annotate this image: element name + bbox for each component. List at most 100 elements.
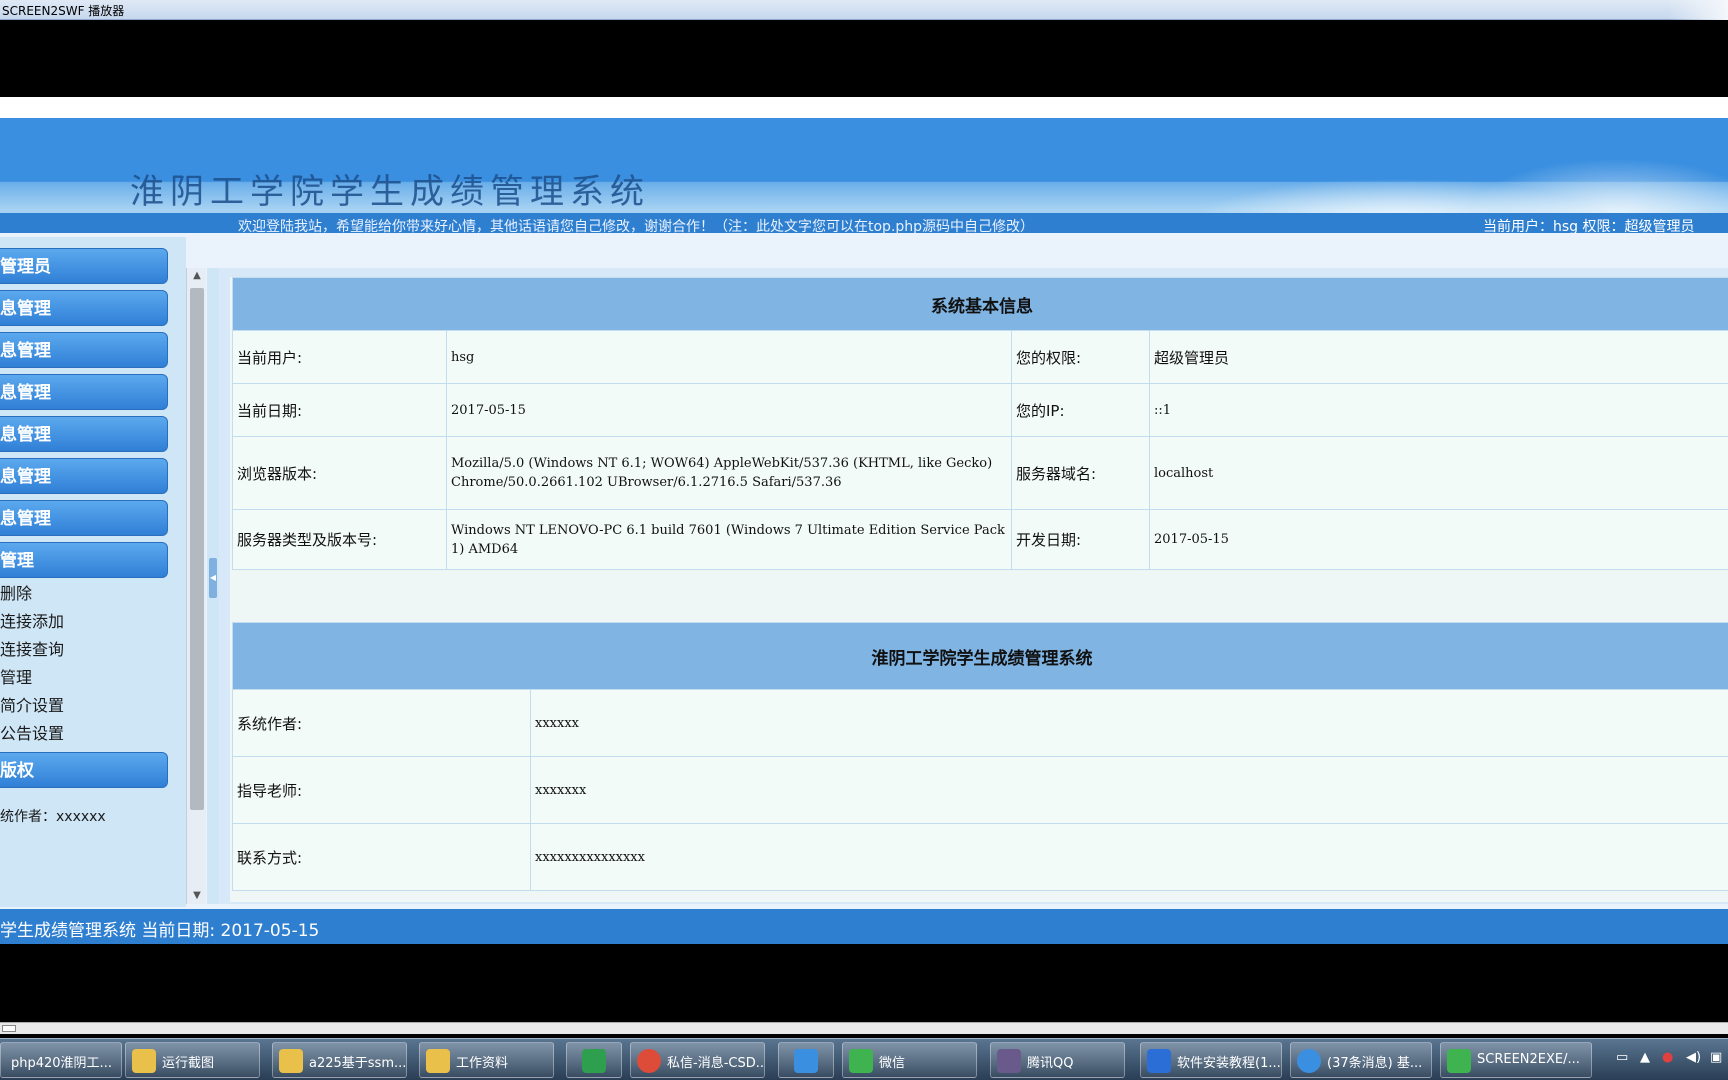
taskbar-label: 私信-消息-CSD... xyxy=(667,1056,765,1071)
value-browser-version: Mozilla/5.0 (Windows NT 6.1; WOW64) Appl… xyxy=(446,436,1012,510)
qq-icon xyxy=(997,1049,1021,1073)
taskbar-label: 软件安装教程(1... xyxy=(1177,1056,1281,1071)
folder-icon xyxy=(426,1049,450,1073)
value-author: xxxxxx xyxy=(530,689,1728,757)
frame-splitter: ◀ xyxy=(207,268,219,904)
taskbar-label: 工作资料 xyxy=(456,1056,509,1071)
menu-item-notice-settings[interactable]: 公告设置 xyxy=(0,720,64,744)
folder-icon xyxy=(132,1049,156,1073)
player-title: SCREEN2SWF 播放器 xyxy=(2,4,125,18)
title-bar-gloss xyxy=(1668,0,1728,20)
security-icon[interactable]: ● xyxy=(1662,1050,1673,1065)
label-advisor: 指导老师: xyxy=(232,756,531,824)
menu-head-info-5[interactable]: 息管理 xyxy=(0,458,168,494)
system-info-table: 系统基本信息 当前用户: hsg 您的权限: 超级管理员 当前日期: 2017-… xyxy=(232,277,1728,570)
player-title-bar: SCREEN2SWF 播放器 xyxy=(0,0,1728,20)
site-title: 淮阴工学院学生成绩管理系统 xyxy=(130,172,650,212)
collapse-menu-arrow-icon[interactable]: ◀ xyxy=(209,558,217,598)
value-dev-date: 2017-05-15 xyxy=(1149,509,1728,570)
taskbar-item-work-files[interactable]: 工作资料 xyxy=(419,1042,554,1078)
taskbar-item-app[interactable] xyxy=(566,1042,622,1078)
taskbar-item-screen2exe[interactable]: SCREEN2EXE/... xyxy=(1440,1042,1592,1078)
taskbar-item-wechat[interactable]: 微信 xyxy=(842,1042,977,1078)
table-row: 当前用户: hsg 您的权限: 超级管理员 xyxy=(232,330,1728,384)
page-status-bar: 学生成绩管理系统 当前日期: 2017-05-15 xyxy=(0,909,1728,944)
player-progress-thumb[interactable] xyxy=(2,1025,16,1032)
value-server-domain: localhost xyxy=(1149,436,1728,510)
menu-head-info-2[interactable]: 息管理 xyxy=(0,332,168,368)
menu-footer-author: 统作者：xxxxxx xyxy=(0,809,106,825)
top-white-strip xyxy=(0,97,1728,118)
table-row: 当前日期: 2017-05-15 您的IP: ::1 xyxy=(232,383,1728,437)
taskbar-item-qq[interactable]: 腾讯QQ xyxy=(990,1042,1125,1078)
taskbar-item-a225[interactable]: a225基于ssm... xyxy=(272,1042,407,1078)
keyboard-icon[interactable]: ▭ xyxy=(1616,1050,1628,1065)
site-header: 淮阴工学院学生成绩管理系统 欢迎登陆我站，希望能给你带来好心情，其他话语请您自己… xyxy=(0,118,1728,233)
menu-item-intro-settings[interactable]: 简介设置 xyxy=(0,692,64,716)
menu-head-info-3[interactable]: 息管理 xyxy=(0,374,168,410)
label-contact: 联系方式: xyxy=(232,823,531,891)
taskbar-label: a225基于ssm... xyxy=(309,1056,407,1071)
menu-item-link-add[interactable]: 连接添加 xyxy=(0,608,64,632)
system-info-title: 系统基本信息 xyxy=(232,277,1728,331)
left-menu: 管理员 息管理 息管理 息管理 息管理 息管理 息管理 管理 删除 连接添加 连… xyxy=(0,237,186,907)
value-advisor: xxxxxxx xyxy=(530,756,1728,824)
folder-icon xyxy=(279,1049,303,1073)
captured-webpage: 淮阴工学院学生成绩管理系统 欢迎登陆我站，希望能给你带来好心情，其他话语请您自己… xyxy=(0,97,1728,944)
current-user-info: 当前用户：hsg 权限：超级管理员 xyxy=(1483,219,1695,233)
menu-head-info-4[interactable]: 息管理 xyxy=(0,416,168,452)
wechat-icon xyxy=(849,1049,873,1073)
table-row: 浏览器版本: Mozilla/5.0 (Windows NT 6.1; WOW6… xyxy=(232,436,1728,510)
menu-head-admin[interactable]: 管理员 xyxy=(0,248,168,284)
scroll-thumb[interactable] xyxy=(190,288,204,810)
scroll-up-arrow-icon[interactable]: ▲ xyxy=(187,268,207,284)
taskbar-label: SCREEN2EXE/... xyxy=(1477,1052,1580,1067)
taskbar-item-run-screenshots[interactable]: 运行截图 xyxy=(125,1042,260,1078)
table-row: 联系方式: xxxxxxxxxxxxxxx xyxy=(232,823,1728,891)
network-icon[interactable]: ▣ xyxy=(1710,1050,1722,1065)
taskbar-label: 微信 xyxy=(879,1056,906,1071)
table-row: 系统作者: xxxxxx xyxy=(232,689,1728,757)
value-current-user: hsg xyxy=(446,330,1012,384)
system-tray: ▭ ▲ ● ◀) ▣ xyxy=(1608,1042,1728,1078)
scroll-down-arrow-icon[interactable]: ▼ xyxy=(187,888,207,904)
taskbar-item-browser[interactable]: (37条消息) 基... xyxy=(1290,1042,1432,1078)
label-server-domain: 服务器域名: xyxy=(1011,436,1150,510)
value-permission: 超级管理员 xyxy=(1149,330,1728,384)
about-system-table: 淮阴工学院学生成绩管理系统 系统作者: xxxxxx 指导老师: xxxxxxx… xyxy=(232,622,1728,891)
value-server-type: Windows NT LENOVO-PC 6.1 build 7601 (Win… xyxy=(446,509,1012,570)
menu-item-manage[interactable]: 管理 xyxy=(0,664,32,688)
label-author: 系统作者: xyxy=(232,689,531,757)
taskbar-label: 运行截图 xyxy=(162,1056,215,1071)
welcome-text: 欢迎登陆我站，希望能给你带来好心情，其他话语请您自己修改，谢谢合作！（注：此处文… xyxy=(238,219,1035,233)
tray-expand-icon[interactable]: ▲ xyxy=(1640,1050,1650,1065)
screen2exe-icon xyxy=(1447,1049,1471,1073)
table-row: 服务器类型及版本号: Windows NT LENOVO-PC 6.1 buil… xyxy=(232,509,1728,570)
menu-item-link-query[interactable]: 连接查询 xyxy=(0,636,64,660)
volume-icon[interactable]: ◀) xyxy=(1686,1050,1701,1065)
chrome-icon xyxy=(637,1049,661,1073)
main-panel: 系统基本信息 当前用户: hsg 您的权限: 超级管理员 当前日期: 2017-… xyxy=(230,277,1728,902)
label-browser-version: 浏览器版本: xyxy=(232,436,447,510)
menu-item-delete[interactable]: 删除 xyxy=(0,580,32,604)
menu-head-copyright[interactable]: 版权 xyxy=(0,752,168,788)
player-progress-scrollbar[interactable] xyxy=(0,1022,1728,1034)
value-contact: xxxxxxxxxxxxxxx xyxy=(530,823,1728,891)
label-ip: 您的IP: xyxy=(1011,383,1150,437)
taskbar-item-csdn-chrome[interactable]: 私信-消息-CSD... xyxy=(630,1042,765,1078)
taskbar-item-baidu[interactable] xyxy=(778,1042,834,1078)
menu-head-info-6[interactable]: 息管理 xyxy=(0,500,168,536)
taskbar-label: 腾讯QQ xyxy=(1027,1056,1074,1071)
taskbar-label: (37条消息) 基... xyxy=(1327,1056,1423,1071)
menu-head-info-1[interactable]: 息管理 xyxy=(0,290,168,326)
about-system-title: 淮阴工学院学生成绩管理系统 xyxy=(232,622,1728,690)
browser-icon xyxy=(1297,1049,1321,1073)
taskbar-item-word[interactable]: 软件安装教程(1... xyxy=(1140,1042,1282,1078)
label-server-type: 服务器类型及版本号: xyxy=(232,509,447,570)
taskbar-label: php420淮阴工... xyxy=(11,1056,112,1071)
taskbar-item-php420[interactable]: php420淮阴工... xyxy=(0,1042,122,1078)
menu-scrollbar[interactable]: ▲ ▼ xyxy=(186,268,206,904)
app-icon xyxy=(794,1049,818,1073)
menu-head-system[interactable]: 管理 xyxy=(0,542,168,578)
value-current-date: 2017-05-15 xyxy=(446,383,1012,437)
